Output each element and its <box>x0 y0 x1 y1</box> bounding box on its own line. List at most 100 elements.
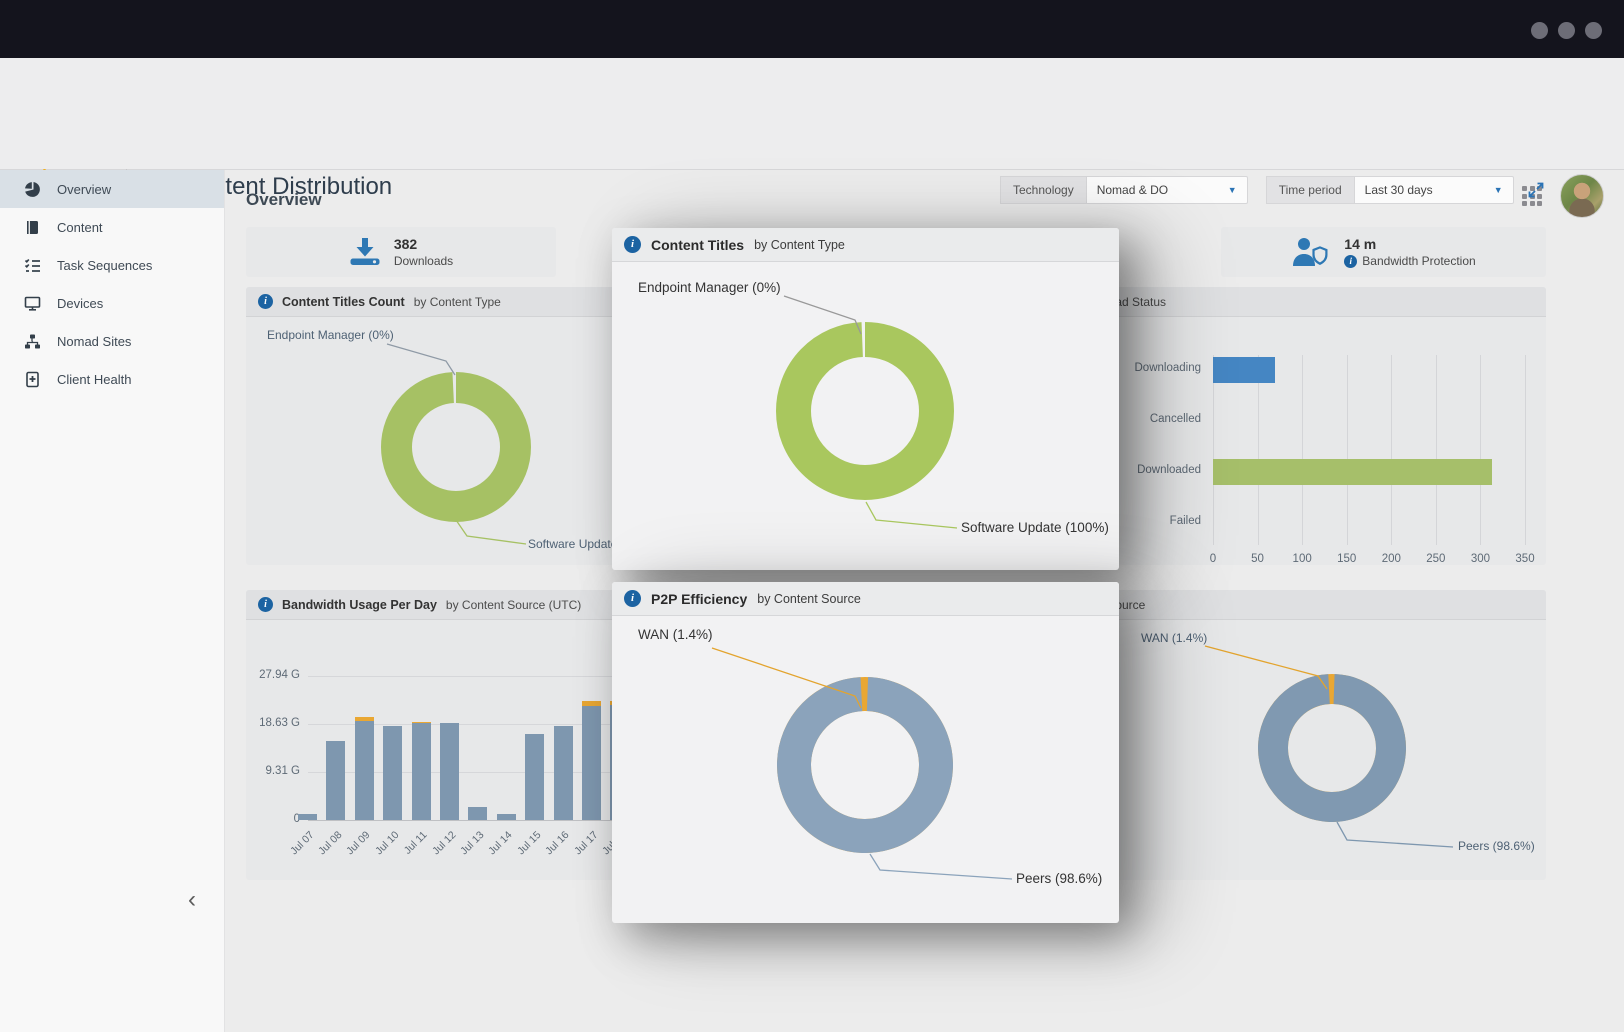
p2p-efficiency-popup: i P2P Efficiency by Content Source WAN (… <box>612 582 1119 923</box>
popup-subtitle: by Content Source <box>757 592 861 606</box>
monitor-icon <box>24 295 41 312</box>
vbar <box>298 814 317 820</box>
vbar <box>355 721 374 820</box>
hbar <box>1213 459 1492 485</box>
sidebar-item-label: Overview <box>57 182 111 197</box>
vline <box>1258 355 1259 545</box>
download-icon <box>349 237 381 267</box>
info-icon[interactable]: i <box>624 236 641 253</box>
panel-title: Bandwidth Usage Per Day <box>282 598 437 612</box>
vline <box>1302 355 1303 545</box>
technology-select[interactable]: Nomad & DO ▼ <box>1086 176 1248 204</box>
time-period-filter: Time period Last 30 days ▼ <box>1266 176 1514 204</box>
tick: 350 <box>1505 553 1545 565</box>
tick: 0 <box>1193 553 1233 565</box>
page-title: Overview <box>246 190 322 210</box>
downloads-value: 382 <box>394 236 453 252</box>
donut-label-top: Endpoint Manager (0%) <box>267 328 394 342</box>
window-controls <box>1531 22 1602 39</box>
chevron-down-icon: ▼ <box>1228 185 1237 195</box>
tick: 300 <box>1460 553 1500 565</box>
vline <box>1391 355 1392 545</box>
sidebar-item-label: Devices <box>57 296 103 311</box>
device-health-icon <box>24 371 41 388</box>
ytick: 9.31 G <box>246 765 300 777</box>
window-control-dot[interactable] <box>1585 22 1602 39</box>
tick: 150 <box>1327 553 1367 565</box>
sidebar-item-task-sequences[interactable]: Task Sequences <box>0 246 224 284</box>
sidebar-item-nomad-sites[interactable]: Nomad Sites <box>0 322 224 360</box>
vline <box>1347 355 1348 545</box>
sidebar-item-label: Task Sequences <box>57 258 152 273</box>
vbar <box>582 701 601 705</box>
sitemap-icon <box>24 333 41 350</box>
hbar <box>1213 357 1275 383</box>
window-control-dot[interactable] <box>1531 22 1548 39</box>
pie-chart-icon <box>24 181 41 198</box>
app-header: 1E Content Distribution <box>0 58 1624 170</box>
technology-filter: Technology Nomad & DO ▼ <box>1000 176 1248 204</box>
tick: 200 <box>1371 553 1411 565</box>
time-period-select-value: Last 30 days <box>1365 183 1433 197</box>
popup-header: i Content Titles by Content Type <box>612 228 1119 262</box>
downloads-label: Downloads <box>394 254 453 268</box>
vbar <box>497 814 516 820</box>
window-control-dot[interactable] <box>1558 22 1575 39</box>
tick: 100 <box>1282 553 1322 565</box>
donut-label-bottom: Peers (98.6%) <box>1458 839 1535 853</box>
panel-title: Content Titles Count <box>282 295 405 309</box>
sidebar: Overview Content Task Sequences Devices <box>0 170 225 1032</box>
sidebar-item-client-health[interactable]: Client Health <box>0 360 224 398</box>
content-titles-popup: i Content Titles by Content Type Endpoin… <box>612 228 1119 570</box>
downloads-stat-tile: 382 Downloads <box>246 227 556 277</box>
tick: 250 <box>1416 553 1456 565</box>
vbar <box>412 723 431 820</box>
popup-subtitle: by Content Type <box>754 238 845 252</box>
time-period-filter-label: Time period <box>1266 176 1354 204</box>
sidebar-item-label: Client Health <box>57 372 131 387</box>
time-period-select[interactable]: Last 30 days ▼ <box>1354 176 1514 204</box>
info-icon[interactable]: i <box>1344 255 1357 268</box>
panel-subtitle: by Content Source (UTC) <box>446 598 581 612</box>
vbar <box>440 723 459 820</box>
bandwidth-protection-label: Bandwidth Protection <box>1362 254 1475 268</box>
task-list-icon <box>24 257 41 274</box>
technology-select-value: Nomad & DO <box>1097 183 1168 197</box>
sidebar-item-label: Content <box>57 220 103 235</box>
info-icon[interactable]: i <box>258 294 273 309</box>
p2p-popup-donut-chart[interactable]: WAN (1.4%) Peers (98.6%) <box>612 616 1119 923</box>
donut-label-top: Endpoint Manager (0%) <box>638 280 781 295</box>
popup-title: Content Titles <box>651 237 744 253</box>
vline <box>1525 355 1526 545</box>
vline <box>1436 355 1437 545</box>
user-avatar[interactable] <box>1560 174 1604 218</box>
panel-subtitle: by Content Type <box>414 295 501 309</box>
sidebar-item-label: Nomad Sites <box>57 334 131 349</box>
sidebar-collapse-chevron[interactable]: ‹ <box>188 888 196 912</box>
donut-label-bottom: Peers (98.6%) <box>1016 871 1102 886</box>
content-titles-popup-donut-chart[interactable]: Endpoint Manager (0%) Software Update (1… <box>612 262 1119 570</box>
app-window: 1E Content Distribution Overview <box>0 0 1624 1032</box>
technology-filter-label: Technology <box>1000 176 1086 204</box>
ytick: 0 <box>246 813 300 825</box>
info-icon[interactable]: i <box>624 590 641 607</box>
bandwidth-protection-value: 14 m <box>1344 236 1475 252</box>
bandwidth-protection-stat-tile: 14 m i Bandwidth Protection <box>1221 227 1546 277</box>
vbar <box>355 717 374 720</box>
vline <box>1213 355 1214 545</box>
sidebar-item-content[interactable]: Content <box>0 208 224 246</box>
vbar <box>383 726 402 820</box>
vline <box>1480 355 1481 545</box>
book-icon <box>24 219 41 236</box>
tick: 50 <box>1238 553 1278 565</box>
sidebar-item-overview[interactable]: Overview <box>0 170 224 208</box>
expand-fullscreen-icon[interactable] <box>1528 182 1544 198</box>
vbar <box>554 726 573 820</box>
vbar <box>582 706 601 820</box>
ytick: 18.63 G <box>246 717 300 729</box>
vbar <box>525 734 544 820</box>
window-titlebar <box>0 0 1624 58</box>
sidebar-item-devices[interactable]: Devices <box>0 284 224 322</box>
info-icon[interactable]: i <box>258 597 273 612</box>
ytick: 27.94 G <box>246 669 300 681</box>
